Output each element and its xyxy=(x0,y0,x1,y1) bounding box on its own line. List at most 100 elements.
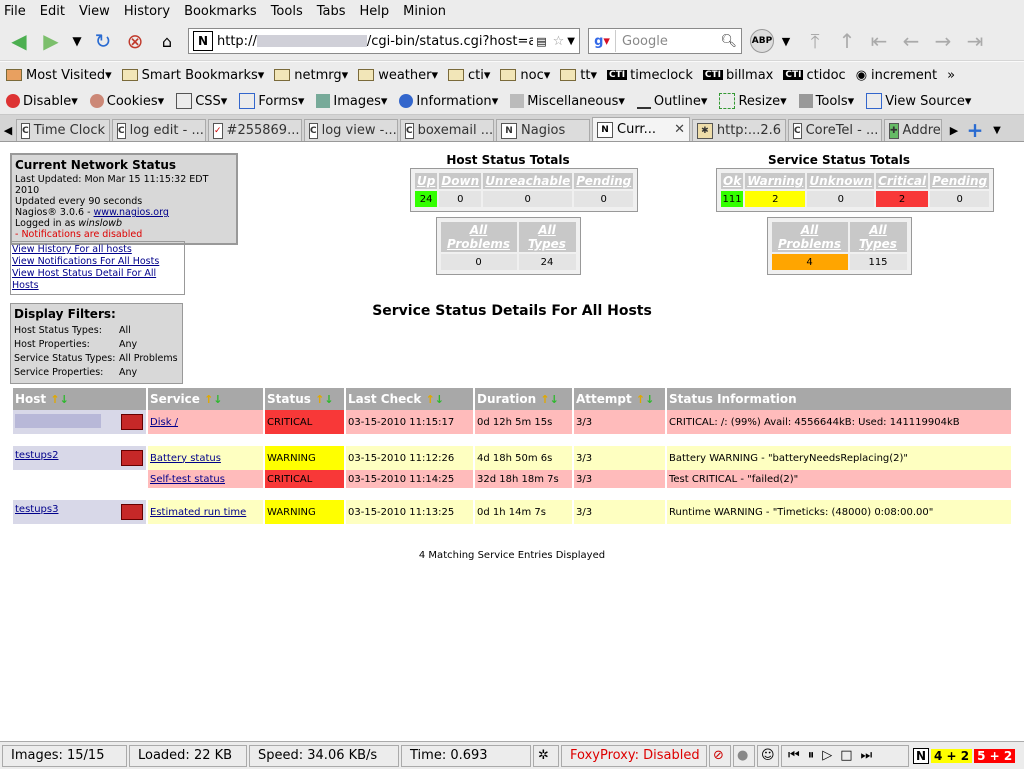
host-all-types-link[interactable]: All Types xyxy=(518,222,576,252)
menu-file[interactable]: File xyxy=(4,4,26,19)
pause-icon[interactable]: ⏸ xyxy=(808,748,823,763)
critical-badge[interactable]: 5 + 2 xyxy=(974,748,1016,763)
service-link[interactable]: Disk / xyxy=(150,417,178,428)
bookmarks-overflow-icon[interactable]: » xyxy=(947,68,955,83)
bookmark-billmax[interactable]: CTI billmax xyxy=(702,68,773,83)
stop-icon[interactable]: ⊗ xyxy=(122,28,148,54)
sort-desc-icon[interactable]: ↓ xyxy=(550,393,559,406)
bookmark-most-visited[interactable]: Most Visited ▾ xyxy=(6,68,112,83)
wd-cookies[interactable]: Cookies ▾ xyxy=(89,94,164,109)
service-all-problems-link[interactable]: All Problems xyxy=(771,222,848,252)
menu-view[interactable]: View xyxy=(79,4,110,19)
wd-images[interactable]: Images ▾ xyxy=(316,94,387,109)
menu-bookmarks[interactable]: Bookmarks xyxy=(184,4,257,19)
bookmark-weather[interactable]: weather ▾ xyxy=(358,68,438,83)
tab-current[interactable]: N Curr... ✕ xyxy=(592,117,690,141)
wd-css[interactable]: CSS ▾ xyxy=(176,93,227,109)
new-tab-icon[interactable]: + xyxy=(966,118,984,141)
block-icon[interactable]: ⊘ xyxy=(709,744,731,767)
foxyproxy-status[interactable]: FoxyProxy: Disabled xyxy=(561,744,707,767)
url-text[interactable]: http:///cgi-bin/status.cgi?host=all&s xyxy=(217,34,533,49)
sort-asc-icon[interactable]: ↑ xyxy=(540,393,549,406)
host-down-link[interactable]: Down xyxy=(439,173,482,189)
tab-coretel[interactable]: C CoreTel - ... xyxy=(788,119,882,141)
tab-time-clock[interactable]: C Time Clock xyxy=(16,119,110,141)
star-icon[interactable]: ☆ xyxy=(553,34,565,49)
service-all-types-link[interactable]: All Types xyxy=(849,222,907,252)
arrow-next-icon[interactable]: → xyxy=(930,28,956,54)
arrow-prev-icon[interactable]: ← xyxy=(898,28,924,54)
menu-tools[interactable]: Tools xyxy=(271,4,303,19)
tab-scroll-left-icon[interactable]: ◀ xyxy=(2,119,14,141)
host-link[interactable]: testups3 xyxy=(15,504,58,515)
previous-icon[interactable]: ⏮ xyxy=(788,748,808,763)
nagios-checker-icon[interactable]: N xyxy=(913,747,929,764)
bookmark-ctidoc[interactable]: CTI ctidoc xyxy=(783,68,846,83)
sort-asc-icon[interactable]: ↑ xyxy=(426,393,435,406)
close-tab-icon[interactable]: ✕ xyxy=(674,122,685,137)
tab-http[interactable]: ✱ http:...2.6 xyxy=(692,119,786,141)
service-unknown-link[interactable]: Unknown xyxy=(807,173,875,189)
view-host-status-link[interactable]: View Host Status Detail For All Hosts xyxy=(12,268,183,292)
bookmark-smart-bookmarks[interactable]: Smart Bookmarks ▾ xyxy=(121,68,264,83)
monkey-icon[interactable]: ☺ xyxy=(757,744,779,767)
host-unreachable-link[interactable]: Unreachable xyxy=(483,173,573,189)
stop-icon[interactable]: □ xyxy=(840,748,860,763)
service-link[interactable]: Self-test status xyxy=(150,474,225,485)
host-up-link[interactable]: Up xyxy=(415,173,438,189)
sort-asc-icon[interactable]: ↑ xyxy=(204,393,213,406)
host-all-problems-link[interactable]: All Problems xyxy=(440,222,517,252)
host-link[interactable]: testups2 xyxy=(15,450,58,461)
sort-asc-icon[interactable]: ↑ xyxy=(315,393,324,406)
tab-ticket[interactable]: ✓ #255869... xyxy=(208,119,302,141)
ups-icon[interactable] xyxy=(121,504,143,520)
play-icon[interactable]: ▷ xyxy=(822,748,840,763)
bookmark-tt[interactable]: tt ▾ xyxy=(560,68,597,83)
arrow-last-icon[interactable]: ⇥ xyxy=(962,28,988,54)
bug-icon[interactable]: ✲ xyxy=(533,744,559,767)
arrow-up-top-icon[interactable]: ⤒ xyxy=(802,28,828,54)
sort-asc-icon[interactable]: ↑ xyxy=(636,393,645,406)
host-pending-link[interactable]: Pending xyxy=(574,173,634,189)
view-history-link[interactable]: View History For all hosts xyxy=(12,244,183,256)
bookmark-netmrg[interactable]: netmrg ▾ xyxy=(274,68,348,83)
tab-log-view[interactable]: Clog view -... xyxy=(304,119,398,141)
url-dropdown-icon[interactable]: ▼ xyxy=(567,36,575,47)
tab-list-icon[interactable]: ▼ xyxy=(990,119,1004,141)
service-warning-link[interactable]: Warning xyxy=(745,173,806,189)
menu-tabs[interactable]: Tabs xyxy=(317,4,346,19)
wd-forms[interactable]: Forms ▾ xyxy=(239,93,304,109)
history-dropdown-icon[interactable]: ▼ xyxy=(70,28,84,54)
bookmark-noc[interactable]: noc ▾ xyxy=(500,68,550,83)
sort-desc-icon[interactable]: ↓ xyxy=(645,393,654,406)
service-critical-link[interactable]: Critical xyxy=(876,173,929,189)
tab-address[interactable]: ✚ Addre xyxy=(884,119,942,141)
bookmark-cti[interactable]: cti ▾ xyxy=(448,68,490,83)
wd-miscellaneous[interactable]: Miscellaneous ▾ xyxy=(510,94,625,109)
rss-icon[interactable]: ▤ xyxy=(536,35,546,48)
ups-icon[interactable] xyxy=(121,414,143,430)
wd-outline[interactable]: Outline ▾ xyxy=(636,93,707,109)
service-link[interactable]: Battery status xyxy=(150,453,221,464)
wd-information[interactable]: Information ▾ xyxy=(399,94,498,109)
view-notifications-link[interactable]: View Notifications For All Hosts xyxy=(12,256,183,268)
adblock-plus-icon[interactable]: ABP xyxy=(750,29,774,53)
forward-icon[interactable]: ▶ xyxy=(38,28,64,54)
wd-resize[interactable]: Resize ▾ xyxy=(719,93,787,109)
menu-help[interactable]: Help xyxy=(360,4,390,19)
sort-desc-icon[interactable]: ↓ xyxy=(435,393,444,406)
bookmark-increment[interactable]: ◉ increment xyxy=(856,68,937,83)
tab-boxemail[interactable]: Cboxemail ... xyxy=(400,119,494,141)
wd-view-source[interactable]: View Source ▾ xyxy=(866,93,971,109)
arrow-up-icon[interactable]: ↑ xyxy=(834,28,860,54)
sort-asc-icon[interactable]: ↑ xyxy=(50,393,59,406)
menu-edit[interactable]: Edit xyxy=(40,4,65,19)
service-link[interactable]: Estimated run time xyxy=(150,507,246,518)
service-ok-link[interactable]: Ok xyxy=(721,173,744,189)
wd-tools[interactable]: Tools ▾ xyxy=(798,94,854,109)
sort-desc-icon[interactable]: ↓ xyxy=(324,393,333,406)
abp-dropdown-icon[interactable]: ▼ xyxy=(780,28,792,54)
tab-scroll-right-icon[interactable]: ▶ xyxy=(948,119,960,141)
back-icon[interactable]: ◀ xyxy=(6,28,32,54)
search-input[interactable]: Google xyxy=(616,34,720,49)
